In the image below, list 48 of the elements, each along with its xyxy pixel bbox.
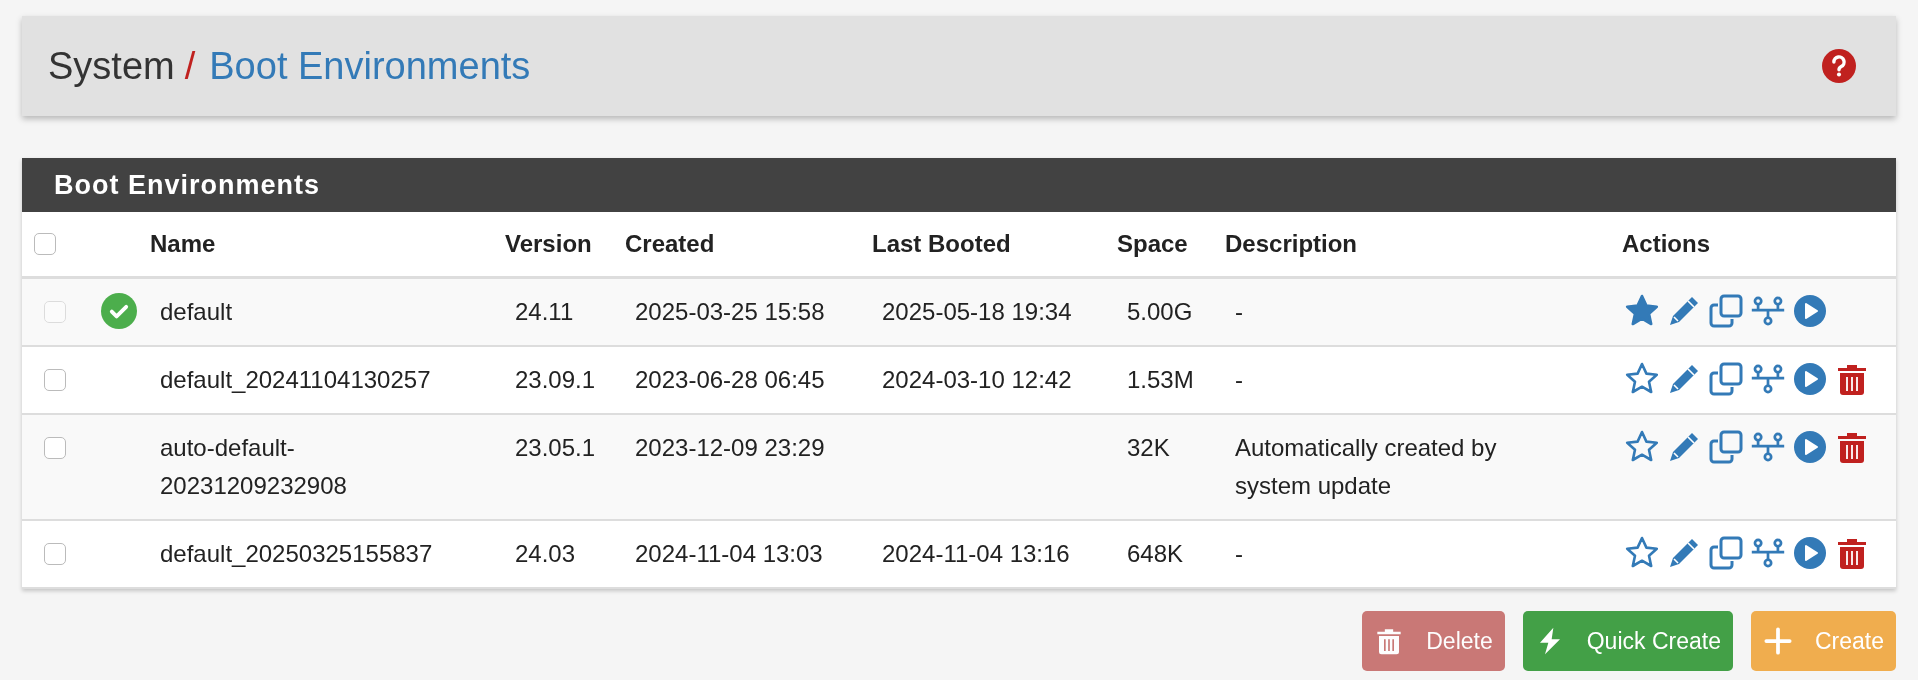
table-cell-text: 5.00G xyxy=(1127,297,1193,327)
play-icon[interactable] xyxy=(1792,535,1828,571)
column-header: Version xyxy=(505,230,592,258)
table-cell-text: 2024-03-10 12:42 xyxy=(882,365,1072,395)
breadcrumb-separator: / xyxy=(184,44,196,88)
table-cell-text: 2024-11-04 13:16 xyxy=(882,539,1070,569)
column-header: Space xyxy=(1117,230,1188,258)
column-header: Name xyxy=(150,230,216,258)
table-cell-text: - xyxy=(1235,539,1243,569)
table-cell-text: 2024-11-04 13:03 xyxy=(635,539,823,569)
breadcrumb-current[interactable]: Boot Environments xyxy=(209,44,531,88)
row-checkbox[interactable] xyxy=(44,369,66,391)
copy-icon[interactable] xyxy=(1708,361,1744,397)
table-cell-text: 23.05.1 xyxy=(515,433,596,463)
table-cell-text: default_20250325155837 xyxy=(160,539,433,569)
quick-create-button[interactable]: Quick Create xyxy=(1522,611,1733,671)
table-cell-text: 32K xyxy=(1127,433,1170,463)
table-cell-text: 1.53M xyxy=(1127,365,1194,395)
table-cell-text: 2025-05-18 19:34 xyxy=(882,297,1072,327)
table-cell-text: 2023-06-28 06:45 xyxy=(635,365,825,395)
column-header: Actions xyxy=(1622,230,1710,258)
breadcrumb-parent[interactable]: System xyxy=(48,44,175,88)
table-cell-text: 2023-12-09 23:29 xyxy=(635,433,825,463)
table-cell-text: 23.09.1 xyxy=(515,365,596,395)
help-icon[interactable] xyxy=(1822,49,1856,83)
table-cell-text: default_20241104130257 xyxy=(160,365,431,395)
row-checkbox[interactable] xyxy=(44,543,66,565)
table-cell-text: 2025-03-25 15:58 xyxy=(635,297,825,327)
copy-icon[interactable] xyxy=(1708,429,1744,465)
play-icon[interactable] xyxy=(1792,429,1828,465)
table-cell-text: default xyxy=(160,297,233,327)
column-header: Description xyxy=(1225,230,1358,258)
table-cell-text: 24.03 xyxy=(515,539,576,569)
copy-icon[interactable] xyxy=(1708,535,1744,571)
play-icon[interactable] xyxy=(1792,361,1828,397)
plus-icon xyxy=(1762,626,1793,656)
row-checkbox[interactable] xyxy=(44,437,66,459)
panel-title: Boot Environments xyxy=(54,169,320,201)
table-cell-text: 648K xyxy=(1127,539,1184,569)
table-cell-text: - xyxy=(1235,297,1243,327)
column-header: Created xyxy=(625,230,715,258)
table-cell-text: - xyxy=(1235,365,1243,395)
table-cell-text: 24.11 xyxy=(515,297,574,327)
table-cell-text: auto-default-20231209232908 xyxy=(160,433,348,501)
column-header: Last Booted xyxy=(872,230,1011,258)
create-button[interactable]: Create xyxy=(1750,611,1896,671)
select-all-checkbox[interactable] xyxy=(34,233,56,255)
table-cell-text: Automatically created by system update xyxy=(1235,433,1498,501)
